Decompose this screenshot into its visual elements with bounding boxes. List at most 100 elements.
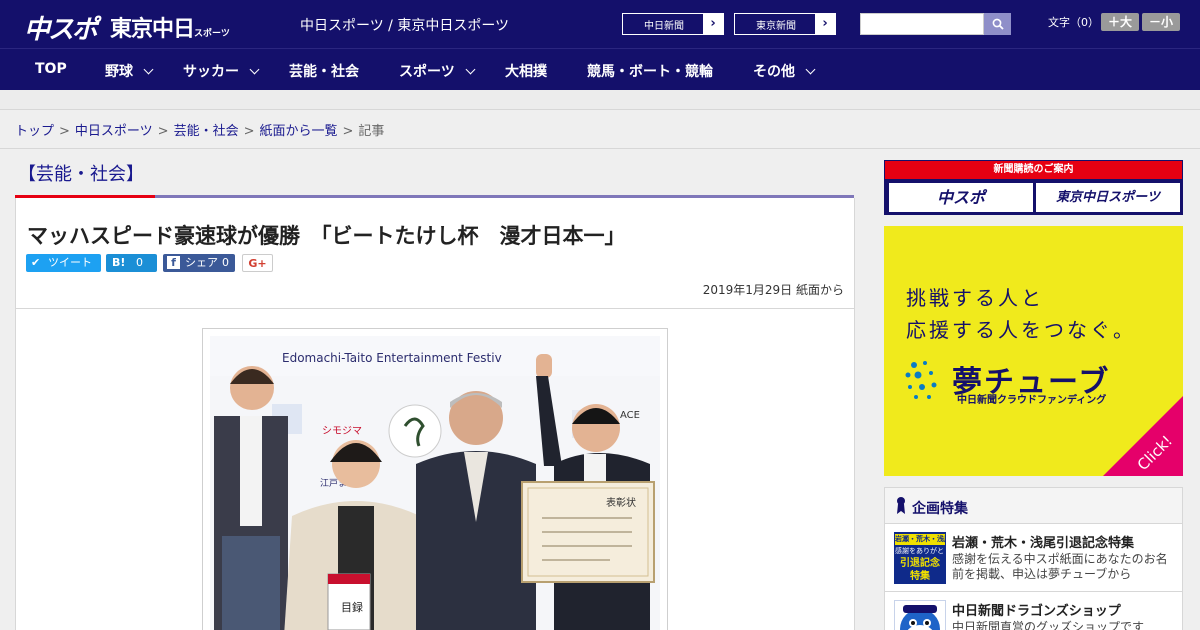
nav-label: スポーツ <box>399 64 455 80</box>
feature-title: 中日新聞ドラゴンズショップ <box>952 604 1121 619</box>
tweet-button[interactable]: ✔ ツイート <box>26 254 101 272</box>
hatena-bookmark-button[interactable]: B! 0 <box>106 254 157 272</box>
feature-item[interactable]: 中日新聞ドラゴンズショップ 中日新聞直営のグッズショップです <box>885 592 1182 630</box>
nav-label: その他 <box>753 64 795 80</box>
mascot-icon <box>900 605 940 630</box>
chevron-down-icon <box>143 64 154 75</box>
nav-label: 競馬・ボート・競輪 <box>587 64 713 80</box>
article-date: 2019年1月29日 <box>702 283 793 297</box>
font-smaller-button[interactable]: －小 <box>1142 13 1180 31</box>
google-plus-button[interactable]: G+ <box>242 254 273 272</box>
tokyo-shimbun-label: 東京新聞 <box>756 21 796 32</box>
subscription-title: 新聞購読のご案内 <box>885 161 1182 179</box>
dots-logo-icon <box>905 361 937 399</box>
search-button[interactable] <box>984 13 1011 35</box>
search-input[interactable] <box>860 13 984 35</box>
chunichi-shimbun-link[interactable]: 中日新聞 › <box>622 13 724 35</box>
nav-item-racing[interactable]: 競馬・ボート・競輪 <box>587 61 713 81</box>
nav-item-top[interactable]: TOP <box>35 61 67 77</box>
nav-item-sports[interactable]: スポーツ <box>399 61 476 81</box>
photo-certificate-title: 表彰状 <box>606 496 636 509</box>
features-header: 企画特集 <box>885 488 1182 524</box>
chuspo-logo[interactable]: 中スポ <box>24 9 98 46</box>
breadcrumb-from-paper-list[interactable]: 紙面から一覧 <box>260 124 338 139</box>
hatena-count: 0 <box>136 256 143 269</box>
tokyo-shimbun-link[interactable]: 東京新聞 › <box>734 13 836 35</box>
site-title: 中日スポーツ / 東京中日スポーツ <box>300 18 510 34</box>
chevron-down-icon <box>249 64 260 75</box>
breadcrumb-separator: > <box>342 124 354 139</box>
chunichi-shimbun-label: 中日新聞 <box>644 21 684 32</box>
breadcrumb-entertainment[interactable]: 芸能・社会 <box>174 124 239 139</box>
thumb-text-1: 岩瀬・荒木・浅尾 <box>895 534 945 545</box>
tokyo-chunichi-logo[interactable]: 東京中日スポーツ <box>110 11 230 43</box>
nav-item-soccer[interactable]: サッカー <box>183 61 260 81</box>
font-size-label: 文字（0） <box>1048 16 1099 29</box>
subscription-box: 新聞購読のご案内 中スポ 東京中日スポーツ <box>884 160 1183 215</box>
chevron-down-icon <box>805 64 816 75</box>
feature-item[interactable]: 岩瀬・荒木・浅尾 感謝をありがとう 引退記念 特集 岩瀬・荒木・浅尾引退記念特集… <box>885 524 1182 592</box>
breadcrumb-chunichi-sports[interactable]: 中日スポーツ <box>75 124 153 139</box>
nav-label: サッカー <box>183 64 239 80</box>
sub-nav-strip <box>0 90 1200 110</box>
photo-envelope-text: 目録 <box>341 600 363 614</box>
ad-line-2: 応援する人をつなぐ。 <box>906 318 1136 342</box>
nav-label: 大相撲 <box>505 64 547 80</box>
nav-label: 野球 <box>105 64 133 80</box>
main-nav: TOP 野球 サッカー 芸能・社会 スポーツ 大相撲 競馬・ボート・競輪 その他 <box>0 48 1200 90</box>
photo-banner-text: Edomachi-Taito Entertainment Festiv <box>282 351 502 365</box>
article-source: 紙面から <box>795 283 844 297</box>
feature-title: 岩瀬・荒木・浅尾引退記念特集 <box>952 536 1135 551</box>
thumb-text-4: 特集 <box>910 571 930 582</box>
breadcrumb-current: 記事 <box>358 124 385 139</box>
article-photo[interactable]: Edomachi-Taito Entertainment Festiv シモジマ… <box>202 328 668 630</box>
font-larger-button[interactable]: ＋大 <box>1101 13 1139 31</box>
divider <box>16 308 854 309</box>
thumb-text-2: 感謝をありがとう <box>895 547 945 555</box>
nav-item-other[interactable]: その他 <box>753 61 816 81</box>
nav-item-baseball[interactable]: 野球 <box>105 61 154 81</box>
chevron-right-icon: › <box>703 14 723 34</box>
tokyo-logo-main: 東京中日 <box>110 17 195 42</box>
breadcrumb-separator: > <box>243 124 255 139</box>
divider <box>0 148 1200 149</box>
hatena-icon: B! <box>112 256 126 269</box>
chevron-right-icon: › <box>815 14 835 34</box>
article: マッハスピード豪速球が優勝 「ビートたけし杯 漫才日本一」 ✔ ツイート B! … <box>15 198 855 630</box>
breadcrumb-top[interactable]: トップ <box>15 124 54 139</box>
breadcrumb-separator: > <box>157 124 169 139</box>
breadcrumb: トップ > 中日スポーツ > 芸能・社会 > 紙面から一覧 > 記事 <box>15 120 384 139</box>
photo-sponsor-1: シモジマ <box>322 426 362 437</box>
site-header: 中スポ 東京中日スポーツ 中日スポーツ / 東京中日スポーツ 中日新聞 › 東京… <box>0 0 1200 48</box>
nav-label: TOP <box>35 61 67 77</box>
google-plus-icon: G+ <box>248 257 267 270</box>
ribbon-icon <box>897 497 905 514</box>
twitter-icon: ✔ <box>31 256 41 269</box>
nav-item-entertainment[interactable]: 芸能・社会 <box>289 61 359 81</box>
feature-thumbnail: 岩瀬・荒木・浅尾 感謝をありがとう 引退記念 特集 <box>894 532 946 584</box>
photo-sponsor-2: ACE <box>620 410 640 421</box>
tokyo-logo-sub: スポーツ <box>194 29 230 39</box>
ad-line-1: 挑戦する人と <box>906 286 1044 310</box>
feature-description: 中日新聞直営のグッズショップです <box>952 620 1145 630</box>
nav-item-sumo[interactable]: 大相撲 <box>505 61 547 81</box>
article-dateline: 2019年1月29日 紙面から <box>703 281 844 298</box>
tokyo-chunichi-subscribe-button[interactable]: 東京中日スポーツ <box>1036 183 1180 212</box>
dragons-mascot-thumbnail <box>894 600 946 630</box>
article-headline: マッハスピード豪速球が優勝 「ビートたけし杯 漫才日本一」 <box>27 224 626 248</box>
facebook-share-count: 0 <box>222 256 229 269</box>
nav-label: 芸能・社会 <box>289 64 359 80</box>
facebook-icon: f <box>167 256 180 269</box>
features-title: 企画特集 <box>912 501 968 517</box>
yume-tube-ad[interactable]: 挑戦する人と 応援する人をつなぐ。 夢チューブ 中日新聞クラウドファンディング … <box>884 226 1183 476</box>
search-icon <box>992 18 1004 30</box>
ad-subtitle: 中日新聞クラウドファンディング <box>957 395 1107 406</box>
facebook-share-button[interactable]: f シェア 0 <box>163 254 235 272</box>
features-box: 企画特集 岩瀬・荒木・浅尾 感謝をありがとう 引退記念 特集 岩瀬・荒木・浅尾引… <box>884 487 1183 630</box>
chevron-down-icon <box>465 64 476 75</box>
feature-description: 感謝を伝える中スポ紙面にあなたのお名前を掲載、申込は夢チューブから <box>952 552 1168 581</box>
photo-image: Edomachi-Taito Entertainment Festiv シモジマ… <box>210 336 660 630</box>
chuspo-subscribe-button[interactable]: 中スポ <box>889 183 1033 212</box>
thumb-text-3: 引退記念 <box>900 558 940 569</box>
category-title: 【芸能・社会】 <box>18 164 144 185</box>
